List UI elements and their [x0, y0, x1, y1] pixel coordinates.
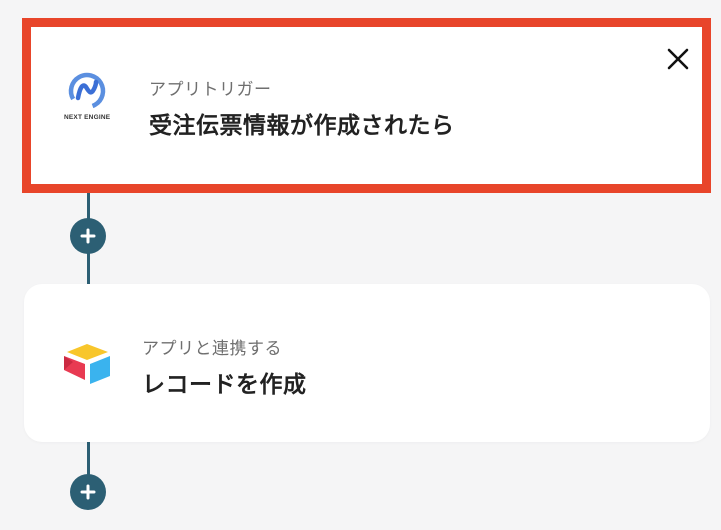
step-subtitle: アプリトリガー: [149, 80, 272, 100]
plus-icon: [80, 228, 96, 244]
close-icon[interactable]: [666, 47, 690, 71]
next-engine-logo-text: NEXT ENGINE: [64, 114, 111, 121]
step-subtitle: アプリと連携する: [142, 339, 282, 359]
step-title: 受注伝票情報が作成されたら: [149, 113, 455, 139]
step-title: レコードを作成: [142, 372, 307, 398]
flow-step-trigger[interactable]: NEXT ENGINE アプリトリガー 受注伝票情報が作成されたら: [22, 18, 711, 193]
airtable-logo: [62, 342, 112, 386]
add-step-button[interactable]: [70, 474, 106, 510]
next-engine-logo: NEXT ENGINE: [64, 71, 110, 121]
add-step-button[interactable]: [70, 218, 106, 254]
plus-icon: [80, 484, 96, 500]
step-text: アプリと連携する レコードを作成: [142, 334, 307, 399]
flow-step-action[interactable]: アプリと連携する レコードを作成: [24, 284, 710, 442]
step-text: アプリトリガー 受注伝票情報が作成されたら: [149, 75, 455, 140]
